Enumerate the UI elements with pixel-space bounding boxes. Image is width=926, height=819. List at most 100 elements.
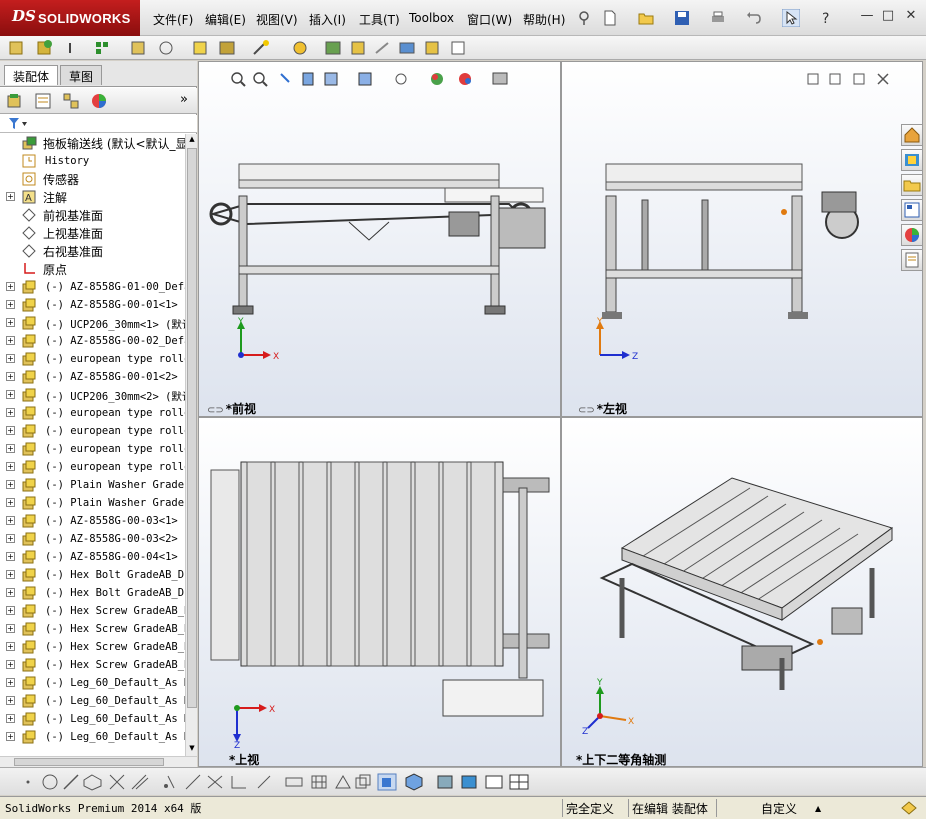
pin-icon[interactable]	[575, 9, 593, 27]
expand-toggle[interactable]: +	[6, 282, 15, 291]
tree-item[interactable]: + (-) Hex Bolt GradeAB_DI	[0, 566, 185, 584]
solidworks-resources-tab[interactable]	[901, 124, 923, 146]
tree-item[interactable]: 原点	[0, 260, 185, 278]
viewport-top[interactable]: X Z *上视	[198, 417, 561, 767]
expand-toggle[interactable]: +	[6, 300, 15, 309]
tree-item[interactable]: 前视基准面	[0, 206, 185, 224]
expand-toggle[interactable]: +	[6, 642, 15, 651]
tree-item[interactable]: 拖板输送线 (默认<默认_显示	[0, 134, 185, 152]
expand-toggle[interactable]: +	[6, 390, 15, 399]
tree-item[interactable]: + (-) AZ-8558G-00-04<1> (	[0, 548, 185, 566]
sketch-tools-icons[interactable]	[6, 772, 534, 792]
restore-button[interactable]: □	[881, 9, 895, 23]
tree-item[interactable]: + (-) Leg_60_Default_As M	[0, 692, 185, 710]
link-views-icon[interactable]: ⊂⊃	[207, 405, 224, 416]
expand-toggle[interactable]: +	[6, 192, 15, 201]
expand-toggle[interactable]: +	[6, 354, 15, 363]
tree-item[interactable]: + (-) AZ-8558G-00-01<1> (	[0, 296, 185, 314]
menu-toolbox[interactable]: Toolbox	[409, 11, 454, 25]
tree-horizontal-scrollbar[interactable]	[0, 756, 197, 767]
close-button[interactable]: ✕	[904, 9, 918, 23]
open-folder-icon[interactable]	[637, 9, 655, 27]
feature-manager-icon[interactable]	[6, 92, 24, 110]
tree-item[interactable]: + (-) european type rolle	[0, 440, 185, 458]
expand-toggle[interactable]: +	[6, 624, 15, 633]
tree-item[interactable]: + (-) UCP206_30mm<2> (默认	[0, 386, 185, 404]
tree-item[interactable]: + (-) european type rolle	[0, 422, 185, 440]
tree-item[interactable]: + (-) Plain Washer Grade	[0, 494, 185, 512]
tree-item[interactable]: + (-) AZ-8558G-01-00_Defa	[0, 278, 185, 296]
tree-item[interactable]: + (-) Hex Bolt GradeAB_DI	[0, 584, 185, 602]
tree-item[interactable]: + (-) Leg_60_Default_As M	[0, 728, 185, 746]
expand-toggle[interactable]: +	[6, 318, 15, 327]
tree-item[interactable]: + (-) Hex Screw GradeAB_D	[0, 638, 185, 656]
expand-toggle[interactable]: +	[6, 570, 15, 579]
design-library-tab[interactable]	[901, 149, 923, 171]
tab-assembly[interactable]: 装配体	[4, 65, 59, 85]
tree-item[interactable]: + (-) Hex Screw GradeAB_D	[0, 656, 185, 674]
tree-item[interactable]: + (-) AZ-8558G-00-02_Defa	[0, 332, 185, 350]
viewport-left[interactable]: Y Z ⊂⊃ *左视	[561, 61, 923, 417]
tree-vertical-scrollbar[interactable]: ▲ ▼	[185, 134, 197, 756]
tree-item[interactable]: 传感器	[0, 170, 185, 188]
solidworks-logo[interactable]: DS SOLIDWORKS	[0, 0, 140, 36]
custom-properties-tab[interactable]	[901, 249, 923, 271]
print-icon[interactable]	[709, 9, 727, 27]
menu-view[interactable]: 视图(V)	[256, 11, 298, 28]
expand-toggle[interactable]: +	[6, 336, 15, 345]
expand-toggle[interactable]: +	[6, 696, 15, 705]
tree-item[interactable]: + (-) Leg_60_Default_As M	[0, 710, 185, 728]
tree-item[interactable]: 右视基准面	[0, 242, 185, 260]
menu-window[interactable]: 窗口(W)	[467, 11, 512, 28]
tree-item[interactable]: + (-) Hex Screw GradeAB_D	[0, 602, 185, 620]
expand-toggle[interactable]: +	[6, 660, 15, 669]
expand-toggle[interactable]: +	[6, 498, 15, 507]
expand-toggle[interactable]: +	[6, 552, 15, 561]
expand-toggle[interactable]: +	[6, 732, 15, 741]
expand-toggle[interactable]: +	[6, 588, 15, 597]
tree-item[interactable]: History	[0, 152, 185, 170]
tree-item[interactable]: + (-) AZ-8558G-00-03<1> (	[0, 512, 185, 530]
expand-toggle[interactable]: +	[6, 372, 15, 381]
expand-toggle[interactable]: +	[6, 444, 15, 453]
undo-icon[interactable]	[745, 9, 763, 27]
tab-sketch[interactable]: 草图	[60, 65, 103, 85]
menu-help[interactable]: 帮助(H)	[523, 11, 565, 28]
heads-up-view-toolbar[interactable]	[229, 70, 529, 88]
appearances-tab[interactable]	[901, 224, 923, 246]
funnel-icon[interactable]	[8, 117, 30, 131]
tree-item[interactable]: + (-) UCP206_30mm<1> (默认	[0, 314, 185, 332]
view-palette-tab[interactable]	[901, 199, 923, 221]
tree-item[interactable]: + (-) AZ-8558G-00-03<2> (	[0, 530, 185, 548]
expand-toggle[interactable]: +	[6, 678, 15, 687]
units-dropdown-arrow[interactable]: ▲	[815, 804, 821, 813]
tree-item[interactable]: 上视基准面	[0, 224, 185, 242]
menu-insert[interactable]: 插入(I)	[309, 11, 346, 28]
expand-toggle[interactable]: +	[6, 534, 15, 543]
tree-item[interactable]: + (-) Hex Screw GradeAB_D	[0, 620, 185, 638]
expand-toggle[interactable]: +	[6, 408, 15, 417]
menu-tools[interactable]: 工具(T)	[359, 11, 400, 28]
tree-item[interactable]: + (-) AZ-8558G-00-01<2> (	[0, 368, 185, 386]
file-explorer-tab[interactable]	[901, 174, 923, 196]
units-custom[interactable]: 自定义	[761, 800, 797, 817]
expand-toggle[interactable]: +	[6, 606, 15, 615]
expand-toggle[interactable]: +	[6, 426, 15, 435]
help-icon[interactable]: ?	[818, 9, 836, 27]
tree-item[interactable]: + (-) Leg_60_Default_As M	[0, 674, 185, 692]
link-views-icon[interactable]: ⊂⊃	[578, 405, 595, 416]
rebuild-icon[interactable]	[900, 800, 918, 816]
configuration-manager-icon[interactable]	[62, 92, 80, 110]
expand-toggle[interactable]: +	[6, 480, 15, 489]
assembly-tools-icons[interactable]	[8, 39, 468, 57]
tree-item[interactable]: + (-) european type rolle	[0, 458, 185, 476]
save-icon[interactable]	[673, 9, 691, 27]
tree-item[interactable]: + (-) european type rolle	[0, 404, 185, 422]
more-tabs-button[interactable]: »	[180, 92, 188, 107]
tree-item[interactable]: + (-) Plain Washer Grade	[0, 476, 185, 494]
menu-edit[interactable]: 编辑(E)	[205, 11, 246, 28]
tree-item[interactable]: + A 注解	[0, 188, 185, 206]
viewport-front[interactable]: Y X ⊂⊃ *前视	[198, 61, 561, 417]
minimize-button[interactable]: —	[860, 9, 874, 23]
new-document-icon[interactable]	[601, 9, 619, 27]
